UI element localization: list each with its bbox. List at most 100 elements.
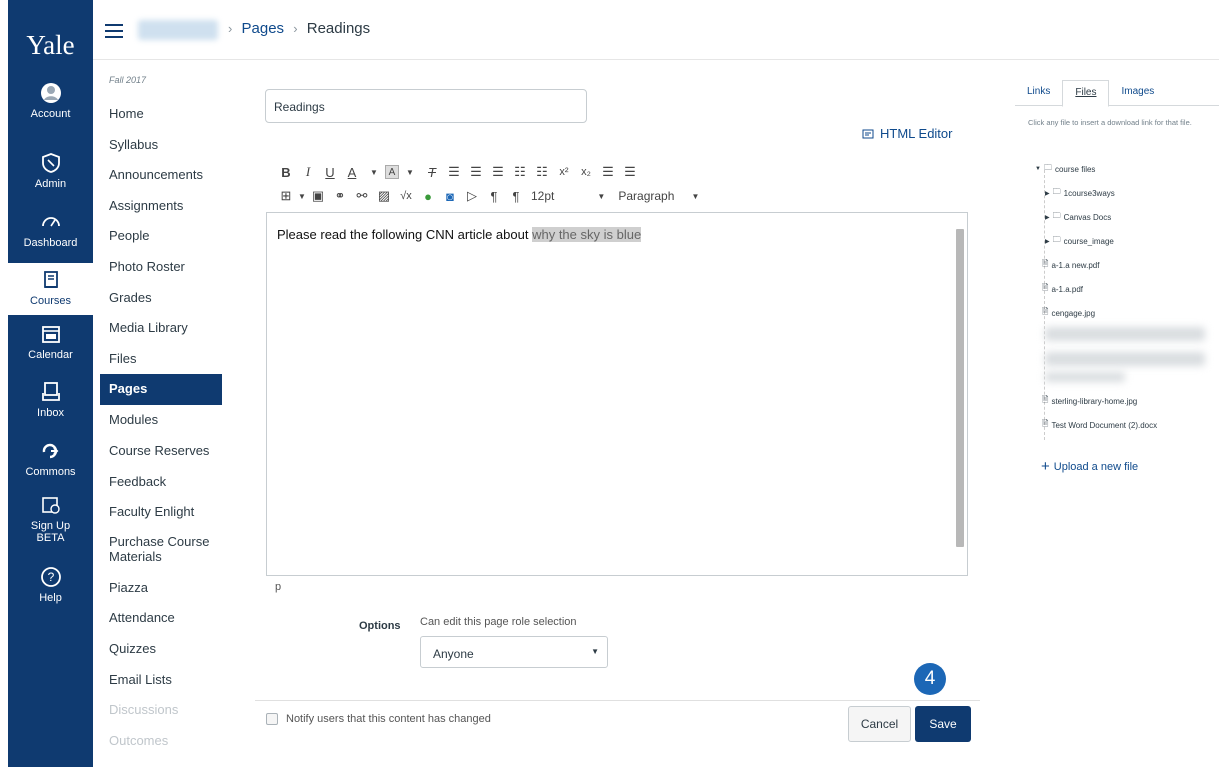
nav-dashboard[interactable]: Dashboard: [8, 211, 93, 249]
tree-folder[interactable]: ▶ 🗀 1course3ways: [1045, 186, 1115, 200]
tab-files[interactable]: Files: [1062, 80, 1110, 107]
media-embed-icon[interactable]: ▣: [307, 187, 329, 205]
nav-admin[interactable]: Admin: [8, 152, 93, 190]
tree-folder[interactable]: ▶ 🗀 course_image: [1045, 234, 1114, 248]
yale-logo[interactable]: Yale: [8, 0, 93, 72]
underline-button[interactable]: U: [319, 163, 341, 181]
outdent-icon[interactable]: ☷: [509, 163, 531, 181]
course-nav-discussions[interactable]: Discussions: [100, 695, 222, 726]
edit-role-select[interactable]: Anyone ▼: [420, 636, 608, 668]
bold-button[interactable]: B: [275, 163, 297, 181]
background-color-button[interactable]: A: [385, 165, 399, 179]
font-size-select[interactable]: 12pt: [531, 187, 554, 205]
superscript-icon[interactable]: x²: [553, 163, 575, 181]
align-left-icon[interactable]: ☰: [443, 163, 465, 181]
tree-file[interactable]: 🗎 Test Word Document (2).docx: [1042, 418, 1157, 432]
nav-commons[interactable]: Commons: [8, 440, 93, 478]
course-nav-faculty-enlight[interactable]: Faculty Enlight: [100, 497, 222, 528]
align-center-icon[interactable]: ☰: [465, 163, 487, 181]
tree-file[interactable]: 🗎 cengage.jpg: [1042, 306, 1095, 320]
ltr-icon[interactable]: ¶: [483, 187, 505, 205]
nav-account[interactable]: Account: [8, 82, 93, 120]
course-nav-assignments[interactable]: Assignments: [100, 191, 222, 222]
tree-file[interactable]: 🗎 a-1.a new.pdf: [1042, 258, 1099, 272]
course-nav-files[interactable]: Files: [100, 344, 222, 375]
tab-links[interactable]: Links: [1015, 80, 1062, 105]
save-button[interactable]: Save: [915, 706, 971, 742]
course-nav-attendance[interactable]: Attendance: [100, 603, 222, 634]
rtl-icon[interactable]: ¶: [505, 187, 527, 205]
course-nav-grades[interactable]: Grades: [100, 283, 222, 314]
editor-scrollbar[interactable]: [956, 219, 964, 565]
course-nav-feedback[interactable]: Feedback: [100, 467, 222, 498]
tree-file[interactable]: 🗎 sterling-library-home.jpg: [1042, 394, 1137, 408]
image-icon[interactable]: ▨: [373, 187, 395, 205]
editor-text-highlighted[interactable]: why the sky is blue: [532, 227, 642, 242]
background-color-dropdown-icon[interactable]: ▼: [399, 163, 421, 181]
clear-formatting-icon[interactable]: T: [421, 163, 443, 181]
block-format-select[interactable]: Paragraph: [618, 187, 674, 205]
table-icon[interactable]: ⊞: [275, 187, 297, 205]
nav-calendar[interactable]: Calendar: [8, 323, 93, 361]
nav-dashboard-label: Dashboard: [23, 237, 78, 249]
equation-icon[interactable]: √x: [395, 187, 417, 205]
course-nav-pages[interactable]: Pages: [100, 374, 222, 406]
folder-icon: 🗀: [1052, 211, 1061, 220]
tree-folder[interactable]: ▶ 🗀 Canvas Docs: [1045, 210, 1111, 224]
file-icon: 🗎: [1042, 307, 1049, 316]
editor-scroll-thumb[interactable]: [956, 229, 964, 547]
html-editor-link[interactable]: HTML Editor: [862, 126, 952, 141]
tree-file-label: a-1.a new.pdf: [1051, 260, 1100, 270]
page-title-input[interactable]: Readings: [265, 89, 587, 123]
nav-courses[interactable]: Courses: [8, 263, 93, 315]
italic-button[interactable]: I: [297, 163, 319, 181]
course-nav-outcomes[interactable]: Outcomes: [100, 726, 222, 757]
course-nav-purchase-materials[interactable]: Purchase Course Materials: [100, 528, 222, 573]
course-nav-email-lists[interactable]: Email Lists: [100, 665, 222, 696]
unlink-icon[interactable]: ⚯: [351, 187, 373, 205]
course-nav-home[interactable]: Home: [100, 99, 222, 130]
rich-content-editor[interactable]: Please read the following CNN article ab…: [266, 212, 968, 576]
course-nav-syllabus[interactable]: Syllabus: [100, 130, 222, 161]
course-nav-announcements[interactable]: Announcements: [100, 160, 222, 191]
course-nav-piazza[interactable]: Piazza: [100, 573, 222, 604]
tree-file[interactable]: 🗎 a-1.a.pdf: [1042, 282, 1083, 296]
breadcrumb-pages[interactable]: Pages: [242, 20, 285, 37]
bullet-list-icon[interactable]: ☰: [597, 163, 619, 181]
text-color-button[interactable]: A: [341, 163, 363, 181]
calendar-icon: [41, 326, 60, 343]
nav-signup[interactable]: Sign Up BETA: [8, 494, 93, 544]
tree-file-label: sterling-library-home.jpg: [1051, 396, 1138, 406]
block-format-dropdown-icon[interactable]: ▼: [684, 187, 706, 205]
nav-signup-beta: BETA: [36, 532, 65, 544]
nav-help[interactable]: ? Help: [8, 566, 93, 604]
breadcrumb-course-blurred[interactable]: [138, 20, 218, 40]
course-nav-people[interactable]: People: [100, 221, 222, 252]
tree-folder-root[interactable]: ▼ 🗀 course files: [1035, 162, 1095, 176]
hamburger-menu-icon[interactable]: [105, 24, 123, 38]
numbered-list-icon[interactable]: ☰: [619, 163, 641, 181]
upload-new-file-link[interactable]: + Upload a new file: [1041, 458, 1138, 475]
notify-checkbox[interactable]: [266, 713, 278, 725]
record-media-icon[interactable]: ▷: [461, 187, 483, 205]
nav-inbox[interactable]: Inbox: [8, 381, 93, 419]
align-right-icon[interactable]: ☰: [487, 163, 509, 181]
course-nav-course-reserves[interactable]: Course Reserves: [100, 436, 222, 467]
plugin-icon[interactable]: ●: [417, 187, 439, 205]
indent-icon[interactable]: ☷: [531, 163, 553, 181]
subscript-icon[interactable]: x₂: [575, 163, 597, 181]
quiz-tool-icon[interactable]: ◙: [439, 187, 461, 205]
font-size-dropdown-icon[interactable]: ▼: [590, 187, 612, 205]
course-nav-quizzes[interactable]: Quizzes: [100, 634, 222, 665]
text-color-dropdown-icon[interactable]: ▼: [363, 163, 385, 181]
course-nav-media-library[interactable]: Media Library: [100, 313, 222, 344]
course-nav-modules[interactable]: Modules: [100, 405, 222, 436]
course-nav-photo-roster[interactable]: Photo Roster: [100, 252, 222, 283]
tab-images[interactable]: Images: [1109, 80, 1166, 105]
notify-users-option[interactable]: Notify users that this content has chang…: [266, 713, 491, 725]
link-icon[interactable]: ⚭: [329, 187, 351, 205]
table-dropdown-icon[interactable]: ▼: [297, 187, 307, 205]
cancel-button[interactable]: Cancel: [848, 706, 911, 742]
editor-content[interactable]: Please read the following CNN article ab…: [267, 213, 967, 256]
shield-icon: [41, 153, 60, 173]
